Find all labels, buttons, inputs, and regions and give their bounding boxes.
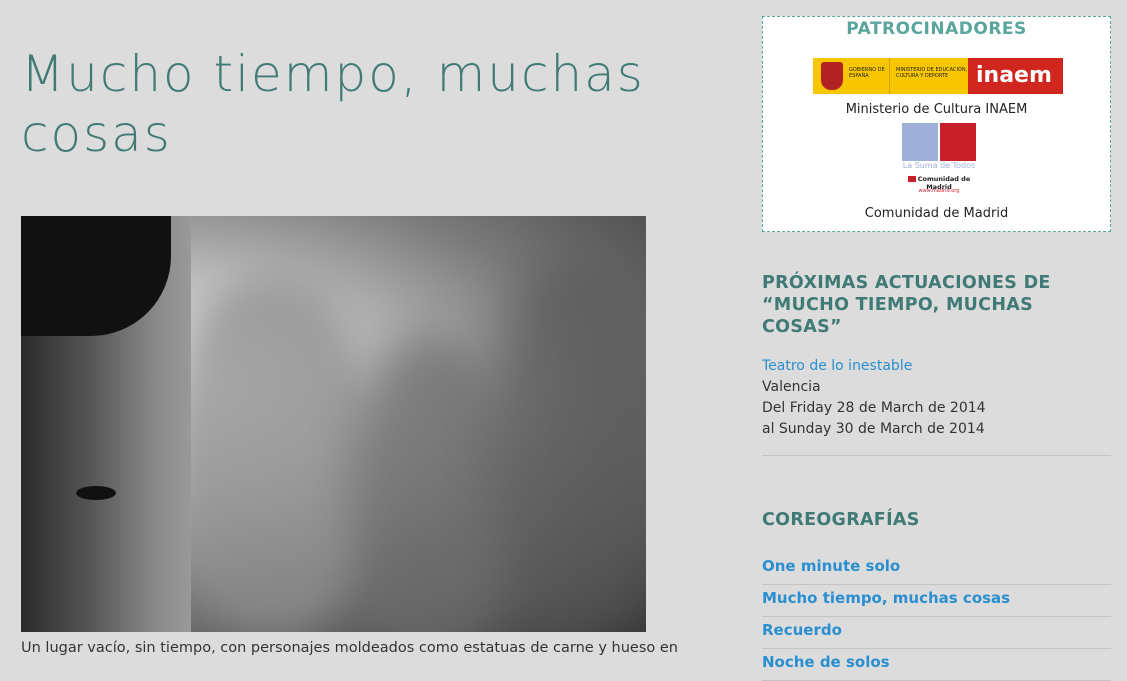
- event-city: Valencia: [762, 379, 821, 395]
- sponsors-widget: PATROCINADORES GOBIERNO DE ESPAÑA MINIST…: [762, 16, 1111, 232]
- choreographies-widget: COREOGRAFÍAS One minute solo Mucho tiemp…: [762, 509, 1111, 681]
- comunidad-madrid-logo[interactable]: La Suma de Todos Comunidad de Madrid www…: [894, 123, 984, 197]
- choreography-link[interactable]: Noche de solos: [762, 649, 1111, 674]
- choreography-link[interactable]: Recuerdo: [762, 617, 1111, 642]
- choreographies-list: One minute solo Mucho tiempo, muchas cos…: [762, 553, 1111, 681]
- sponsors-title: PATROCINADORES: [846, 19, 1027, 39]
- upcoming-performances-widget: PRÓXIMAS ACTUACIONES DE “MUCHO TIEMPO, M…: [762, 272, 1111, 456]
- sponsor-caption-inaem: Ministerio de Cultura INAEM: [845, 102, 1028, 117]
- event-venue-link[interactable]: Teatro de lo inestable: [762, 358, 912, 374]
- divider: [762, 455, 1111, 456]
- sponsor-caption-madrid: Comunidad de Madrid: [864, 206, 1009, 221]
- madrid-m-icon: [902, 123, 976, 161]
- event-date-to: al Sunday 30 de March de 2014: [762, 421, 985, 437]
- event-item: Teatro de lo inestable Valencia Del Frid…: [762, 356, 1111, 440]
- event-date-from: Del Friday 28 de March de 2014: [762, 400, 986, 416]
- featured-image: [21, 216, 646, 632]
- list-item: One minute solo: [762, 553, 1111, 585]
- choreography-link[interactable]: One minute solo: [762, 553, 1111, 578]
- choreographies-title: COREOGRAFÍAS: [762, 510, 920, 530]
- post-excerpt: Un lugar vacío, sin tiempo, con personaj…: [21, 640, 678, 656]
- spain-shield-icon: [821, 62, 843, 90]
- post-title: Mucho tiempo, muchas cosas: [21, 45, 645, 163]
- inaem-brand: inaem: [968, 58, 1063, 94]
- list-item: Noche de solos: [762, 649, 1111, 681]
- upcoming-title: PRÓXIMAS ACTUACIONES DE “MUCHO TIEMPO, M…: [762, 273, 1051, 337]
- choreography-link[interactable]: Mucho tiempo, muchas cosas: [762, 585, 1111, 610]
- main-content: Mucho tiempo, muchas cosas Un lugar vací…: [21, 0, 678, 656]
- list-item: Recuerdo: [762, 617, 1111, 649]
- madrid-flag-icon: [907, 176, 916, 182]
- list-item: Mucho tiempo, muchas cosas: [762, 585, 1111, 617]
- ministerio-inaem-logo[interactable]: GOBIERNO DE ESPAÑA MINISTERIO DE EDUCACI…: [813, 58, 1063, 94]
